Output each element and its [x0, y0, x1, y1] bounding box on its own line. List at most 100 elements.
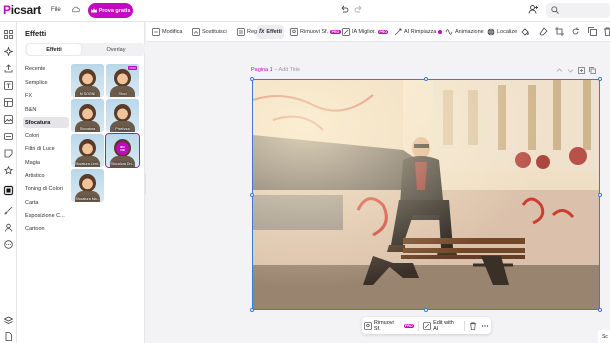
- category-sfocatura[interactable]: Sfocatura: [23, 117, 69, 128]
- rail-upload-icon[interactable]: [3, 63, 14, 74]
- eraser-icon[interactable]: [539, 27, 548, 36]
- more-icon: [481, 324, 489, 327]
- ai-replace-icon: [394, 28, 402, 36]
- effects-panel: Effetti Effetti Overlay Recente Semplice…: [17, 22, 145, 343]
- tool-animazione[interactable]: Animazione: [443, 25, 486, 39]
- effect-label: Pixelizza: [115, 127, 130, 131]
- more-options-button[interactable]: [479, 319, 491, 332]
- globe-icon: [487, 28, 495, 36]
- crop-icon[interactable]: [555, 27, 564, 36]
- category-colori[interactable]: Colori: [23, 130, 69, 141]
- resize-handle[interactable]: [250, 77, 254, 81]
- resize-handle[interactable]: [424, 77, 428, 81]
- page-title-field[interactable]: Add Title: [279, 67, 300, 73]
- tool-label: Effetti: [266, 29, 282, 35]
- file-menu[interactable]: File: [51, 7, 61, 13]
- add-page-icon[interactable]: [578, 67, 585, 74]
- try-free-button[interactable]: Prova gratis: [88, 3, 133, 18]
- category-bn[interactable]: B&N: [23, 104, 69, 115]
- tool-rimuovi-sfondo[interactable]: Rimuovi Sf. PRO: [288, 25, 343, 39]
- rail-elements-icon[interactable]: [3, 131, 14, 142]
- effect-thumbnail[interactable]: Sfocatura Ma...: [71, 169, 104, 202]
- rail-image-icon[interactable]: [3, 114, 14, 125]
- ai-edit-icon: [423, 321, 431, 330]
- rail-effects-icon[interactable]: [3, 185, 14, 196]
- page-number: Pagina 1: [251, 67, 273, 73]
- resize-handle[interactable]: [598, 77, 602, 81]
- effect-thumbnail[interactable]: PRO Sfoci: [106, 64, 139, 97]
- category-semplice[interactable]: Semplice: [23, 77, 69, 88]
- cloud-icon[interactable]: [71, 5, 80, 14]
- category-toning-colori[interactable]: Toning di Colori: [23, 183, 69, 194]
- undo-icon[interactable]: [339, 5, 349, 15]
- category-magia[interactable]: Magia: [23, 157, 69, 168]
- tool-ai-rimpiazza[interactable]: AI Rimpiazza: [392, 25, 444, 39]
- adjust-settings-icon[interactable]: [116, 142, 129, 155]
- rail-more-icon[interactable]: [3, 239, 14, 250]
- trash-icon[interactable]: [603, 27, 610, 36]
- effect-label: Sfoci: [118, 92, 127, 96]
- delete-button[interactable]: [467, 319, 479, 332]
- adjust-icon: [237, 28, 245, 36]
- category-recente[interactable]: Recente: [23, 63, 69, 74]
- panel-title: Effetti: [25, 29, 47, 38]
- tool-effetti[interactable]: fx Effetti: [257, 25, 284, 39]
- divider: [464, 320, 465, 331]
- rail-grid-icon[interactable]: [3, 29, 14, 40]
- chevron-down-icon[interactable]: [567, 67, 574, 74]
- resize-handle[interactable]: [424, 308, 428, 312]
- search-input[interactable]: [546, 3, 610, 18]
- rail-text-icon[interactable]: [3, 80, 14, 91]
- divider: [418, 320, 420, 331]
- rail-sticker-icon[interactable]: [3, 148, 14, 159]
- rail-ai-icon[interactable]: [3, 46, 14, 57]
- floating-action-bar: Rimuovi Sf. PRO Edit with AI: [362, 317, 491, 334]
- rail-template-icon[interactable]: [3, 97, 14, 108]
- rail-brush-icon[interactable]: [3, 205, 14, 216]
- chevron-up-icon[interactable]: [556, 67, 563, 74]
- edit-with-ai-button[interactable]: Edit with AI: [421, 319, 462, 332]
- tool-modifica[interactable]: Modifica: [150, 25, 184, 39]
- tool-localize[interactable]: Localize: [485, 25, 519, 39]
- category-cartoon[interactable]: Cartoon: [23, 223, 69, 234]
- resize-handle[interactable]: [598, 193, 602, 197]
- category-filtri-luce[interactable]: Filtri di Luce: [23, 143, 69, 154]
- effect-thumbnail-selected[interactable]: Sfocatura Dri...: [105, 133, 140, 168]
- category-artistico[interactable]: Artistico: [23, 170, 69, 181]
- pro-badge: PRO: [403, 323, 415, 328]
- tab-effetti[interactable]: Effetti: [27, 44, 81, 55]
- tool-sostituisci[interactable]: Sostituisci: [190, 25, 229, 39]
- resize-handle[interactable]: [250, 308, 254, 312]
- resize-handle[interactable]: [598, 308, 602, 312]
- effect-thumbnail[interactable]: Pixelizza: [106, 99, 139, 132]
- effect-thumbnail[interactable]: Sfocatura: [71, 99, 104, 132]
- tab-overlay[interactable]: Overlay: [88, 44, 144, 55]
- effect-thumbnail[interactable]: Sfocatura Lent...: [71, 134, 104, 167]
- category-carta[interactable]: Carta: [23, 197, 69, 208]
- add-user-icon[interactable]: [528, 4, 539, 15]
- rail-files-icon[interactable]: [3, 331, 14, 342]
- edited-photo[interactable]: [252, 79, 600, 310]
- trash-icon: [469, 322, 477, 330]
- remove-bg-button[interactable]: Rimuovi Sf. PRO: [362, 319, 416, 332]
- rotate-icon[interactable]: [571, 27, 580, 36]
- effect-label: Sfocatura Ma...: [75, 197, 100, 201]
- category-fx[interactable]: FX: [23, 90, 69, 101]
- fill-icon[interactable]: [521, 27, 530, 36]
- copy-icon[interactable]: [588, 27, 597, 36]
- try-free-label: Prova gratis: [98, 7, 131, 14]
- effect-thumbnail[interactable]: M SOGNI: [71, 64, 104, 97]
- help-button[interactable]: Sc: [598, 330, 610, 343]
- tool-ia-migliora[interactable]: IA Miglior. PRO: [340, 25, 390, 39]
- duplicate-page-icon[interactable]: [589, 67, 596, 74]
- category-esposizione[interactable]: Esposizione C...: [23, 210, 69, 221]
- resize-handle[interactable]: [250, 193, 254, 197]
- tool-label: Localize: [497, 29, 518, 35]
- rail-layers-icon[interactable]: [3, 315, 14, 326]
- redo-icon[interactable]: [354, 5, 364, 15]
- picsart-logo[interactable]: Picsart: [3, 3, 41, 17]
- fx-icon: fx: [259, 29, 265, 35]
- rail-people-icon[interactable]: [3, 222, 14, 233]
- rail-star-icon[interactable]: [3, 165, 14, 176]
- pro-badge: PRO: [128, 66, 137, 70]
